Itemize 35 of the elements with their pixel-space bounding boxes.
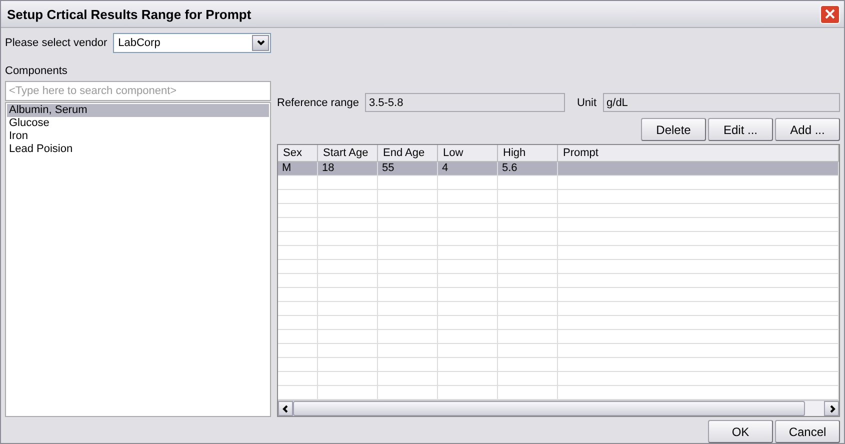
vendor-dropdown[interactable]: LabCorp (113, 33, 271, 53)
window-title: Setup Crtical Results Range for Prompt (7, 6, 252, 22)
list-item[interactable]: Glucose (7, 117, 269, 130)
action-button[interactable]: Add ... (775, 118, 840, 141)
column-header[interactable]: Low (438, 145, 498, 161)
search-field[interactable]: <Type here to search component> (5, 81, 271, 101)
column-header[interactable]: Prompt (558, 145, 839, 161)
table-cell: 55 (378, 162, 438, 175)
scroll-right-icon[interactable] (824, 401, 839, 416)
vendor-label: Please select vendor (5, 37, 108, 49)
list-item[interactable]: Iron (7, 130, 269, 143)
scroll-left-icon[interactable] (278, 401, 293, 416)
table-row[interactable]: M 18 55 4 5.6 (278, 162, 839, 176)
close-button[interactable] (820, 4, 840, 24)
table-cell: 18 (318, 162, 378, 175)
table-cell: 5.6 (498, 162, 558, 175)
dialog-button[interactable]: Cancel (775, 420, 840, 443)
components-label: Components (5, 65, 68, 77)
table-cell: 4 (438, 162, 498, 175)
unit-label: Unit (576, 96, 597, 108)
reference-range-label: Reference range (277, 96, 359, 108)
column-header[interactable]: End Age (378, 145, 438, 161)
action-button[interactable]: Delete (641, 118, 706, 141)
close-icon[interactable] (825, 9, 835, 19)
scroll-thumb[interactable] (293, 401, 805, 416)
dialog-button[interactable]: OK (708, 420, 773, 443)
table-cell: M (278, 162, 318, 175)
column-header[interactable]: Sex (278, 145, 318, 161)
list-item[interactable]: Lead Poision (7, 143, 269, 156)
reference-range-field[interactable]: 3.5-5.8 (364, 93, 565, 112)
unit-field[interactable]: g/dL (602, 93, 840, 112)
action-button[interactable]: Edit ... (708, 118, 773, 141)
column-header[interactable]: High (498, 145, 558, 161)
column-header[interactable]: Start Age (318, 145, 378, 161)
list-item[interactable]: Albumin, Serum (7, 104, 269, 117)
